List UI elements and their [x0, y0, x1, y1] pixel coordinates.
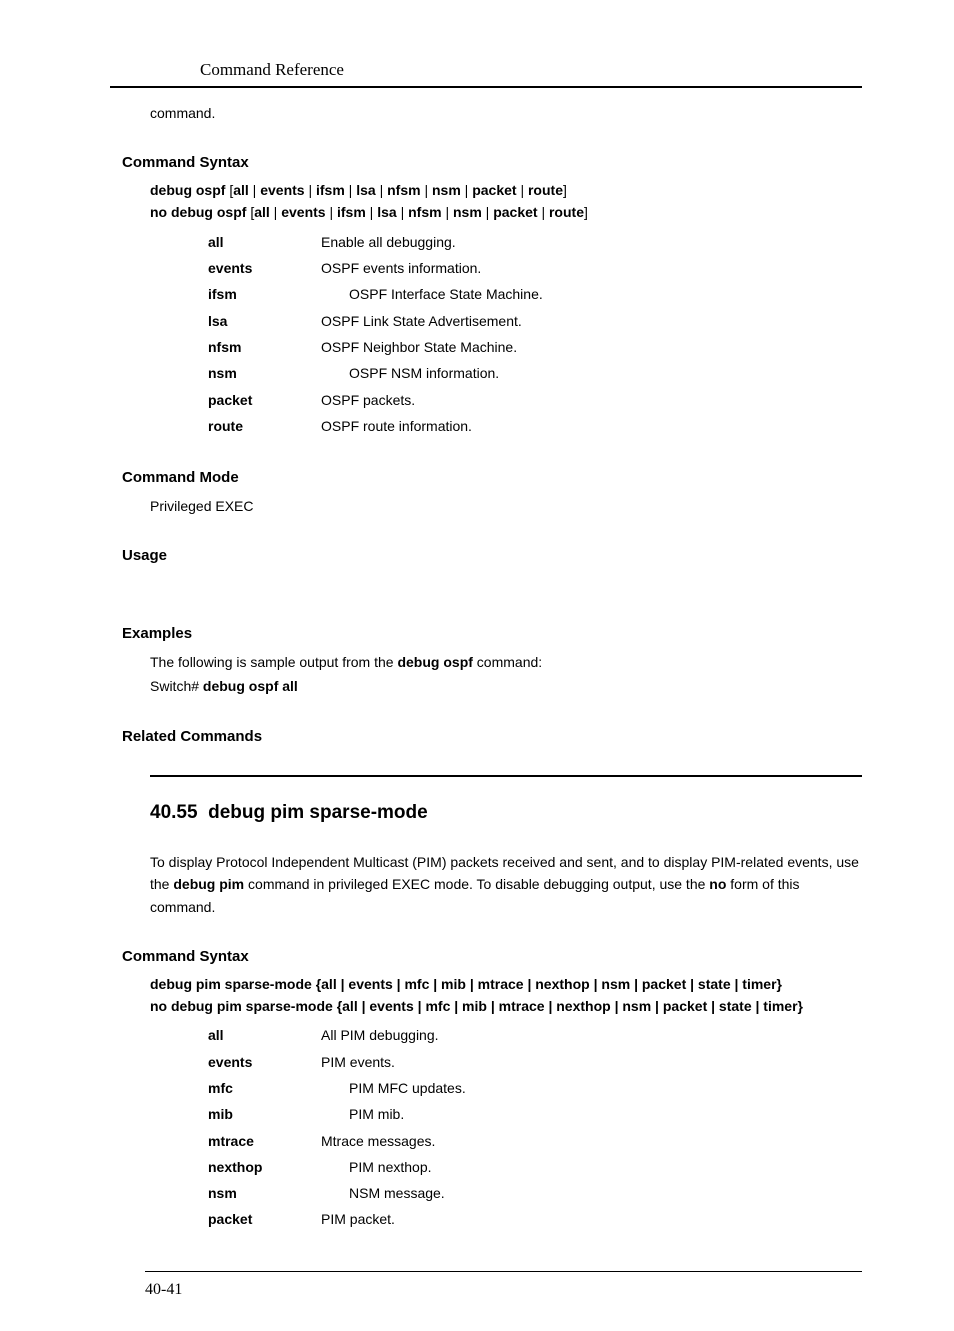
- param-desc: OSPF Interface State Machine.: [321, 281, 543, 307]
- examples-line-1: The following is sample output from the …: [150, 651, 862, 673]
- prev-command-tail: command.: [150, 102, 862, 124]
- syntax-line: no debug ospf [all | events | ifsm | lsa…: [150, 202, 862, 222]
- section-title: 40.55 debug pim sparse-mode: [150, 799, 862, 827]
- heading-command-mode: Command Mode: [122, 467, 862, 489]
- param-desc: PIM MFC updates.: [321, 1075, 466, 1101]
- param-key: packet: [208, 387, 321, 413]
- param-key: nexthop: [208, 1154, 321, 1180]
- param-row: allEnable all debugging.: [208, 229, 543, 255]
- heading-command-syntax-2: Command Syntax: [122, 946, 862, 968]
- param-desc: OSPF Link State Advertisement.: [321, 308, 543, 334]
- param-key: ifsm: [208, 281, 321, 307]
- param-key: nfsm: [208, 334, 321, 360]
- param-key: lsa: [208, 308, 321, 334]
- syntax-block-2: debug pim sparse-mode {all | events | mf…: [150, 974, 862, 1017]
- param-desc: All PIM debugging.: [321, 1022, 466, 1048]
- param-row: packetPIM packet.: [208, 1206, 466, 1232]
- param-desc: Mtrace messages.: [321, 1128, 466, 1154]
- page-number: 40-41: [145, 1278, 862, 1301]
- intro-mid: command in privileged EXEC mode. To disa…: [244, 876, 709, 892]
- param-desc: PIM events.: [321, 1049, 466, 1075]
- param-row: ifsmOSPF Interface State Machine.: [208, 281, 543, 307]
- param-desc: OSPF NSM information.: [321, 360, 543, 386]
- params-table-2: allAll PIM debugging.eventsPIM events.mf…: [208, 1022, 466, 1232]
- param-desc: OSPF route information.: [321, 413, 543, 439]
- param-key: nsm: [208, 360, 321, 386]
- command-mode-text: Privileged EXEC: [150, 495, 862, 517]
- section-number: 40.55: [150, 802, 198, 823]
- param-desc: PIM packet.: [321, 1206, 466, 1232]
- syntax-line: debug pim sparse-mode {all | events | mf…: [150, 974, 862, 994]
- usage-body-empty: [150, 573, 862, 595]
- heading-examples: Examples: [122, 623, 862, 645]
- running-header: Command Reference: [110, 60, 862, 88]
- param-desc: NSM message.: [321, 1180, 466, 1206]
- examples-line-2: Switch# debug ospf all: [150, 675, 862, 697]
- param-row: mibPIM mib.: [208, 1101, 466, 1127]
- intro-bold2: no: [709, 876, 726, 892]
- param-key: mfc: [208, 1075, 321, 1101]
- heading-related-commands: Related Commands: [122, 726, 862, 748]
- params-table-1: allEnable all debugging.eventsOSPF event…: [208, 229, 543, 439]
- param-row: routeOSPF route information.: [208, 413, 543, 439]
- param-desc: PIM nexthop.: [321, 1154, 466, 1180]
- syntax-line: no debug pim sparse-mode {all | events |…: [150, 996, 862, 1016]
- intro-bold1: debug pim: [173, 876, 244, 892]
- param-row: mtraceMtrace messages.: [208, 1128, 466, 1154]
- param-desc: PIM mib.: [321, 1101, 466, 1127]
- param-row: mfcPIM MFC updates.: [208, 1075, 466, 1101]
- examples-bold: debug ospf: [397, 654, 472, 670]
- section-divider: [150, 775, 862, 777]
- param-key: mib: [208, 1101, 321, 1127]
- section-intro: To display Protocol Independent Multicas…: [150, 851, 862, 918]
- running-title: Command Reference: [200, 60, 344, 79]
- heading-usage: Usage: [122, 545, 862, 567]
- param-key: events: [208, 1049, 321, 1075]
- examples-pre: The following is sample output from the: [150, 654, 397, 670]
- heading-command-syntax: Command Syntax: [122, 152, 862, 174]
- param-row: lsaOSPF Link State Advertisement.: [208, 308, 543, 334]
- param-key: route: [208, 413, 321, 439]
- param-row: nsmNSM message.: [208, 1180, 466, 1206]
- param-row: nsmOSPF NSM information.: [208, 360, 543, 386]
- param-key: all: [208, 1022, 321, 1048]
- param-row: eventsPIM events.: [208, 1049, 466, 1075]
- param-row: eventsOSPF events information.: [208, 255, 543, 281]
- param-key: packet: [208, 1206, 321, 1232]
- param-row: allAll PIM debugging.: [208, 1022, 466, 1048]
- param-row: nfsmOSPF Neighbor State Machine.: [208, 334, 543, 360]
- param-key: mtrace: [208, 1128, 321, 1154]
- param-desc: Enable all debugging.: [321, 229, 543, 255]
- param-row: nexthopPIM nexthop.: [208, 1154, 466, 1180]
- examples-cmd: debug ospf all: [203, 678, 298, 694]
- syntax-line: debug ospf [all | events | ifsm | lsa | …: [150, 180, 862, 200]
- examples-post: command:: [473, 654, 542, 670]
- param-desc: OSPF packets.: [321, 387, 543, 413]
- param-desc: OSPF Neighbor State Machine.: [321, 334, 543, 360]
- syntax-block: debug ospf [all | events | ifsm | lsa | …: [150, 180, 862, 223]
- param-row: packetOSPF packets.: [208, 387, 543, 413]
- param-key: events: [208, 255, 321, 281]
- section-name: debug pim sparse-mode: [208, 802, 428, 823]
- param-desc: OSPF events information.: [321, 255, 543, 281]
- param-key: all: [208, 229, 321, 255]
- param-key: nsm: [208, 1180, 321, 1206]
- footer-rule: [145, 1271, 862, 1272]
- examples-prompt: Switch#: [150, 678, 203, 694]
